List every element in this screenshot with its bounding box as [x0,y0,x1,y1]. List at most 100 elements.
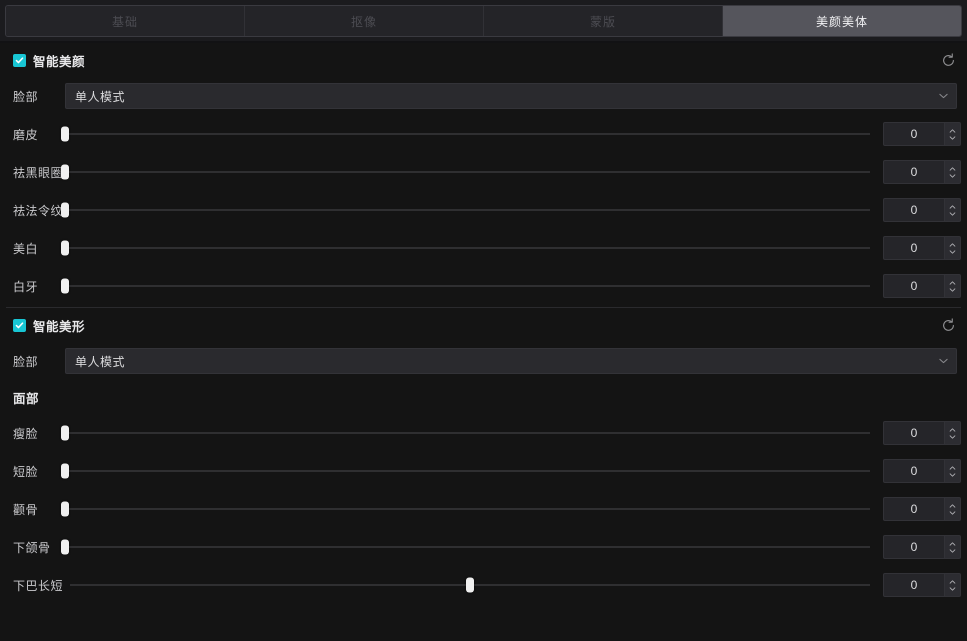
chevron-down-icon[interactable] [949,510,956,515]
slider-handle[interactable] [61,202,69,218]
stepper-whitening[interactable] [944,236,961,260]
number-value-slim-face[interactable]: 0 [883,421,944,445]
slider-handle[interactable] [466,577,474,593]
slider-handle[interactable] [61,539,69,555]
slider-handle[interactable] [61,240,69,256]
section-smart-beauty-title: 智能美颜 [33,54,86,69]
chevron-down-icon[interactable] [949,211,956,216]
slider-jawbone[interactable] [61,537,870,557]
check-icon [15,321,24,328]
tabbar-container: 基础 抠像 蒙版 美颜美体 [0,0,967,41]
slider-dark-circles[interactable] [61,162,870,182]
chevron-up-icon[interactable] [949,503,956,508]
slider-row-slim-face: 瘦脸 0 [0,414,967,452]
chevron-up-icon[interactable] [949,128,956,133]
chevron-down-icon[interactable] [949,472,956,477]
chevron-up-icon[interactable] [949,579,956,584]
slider-track [65,508,870,510]
number-value-chin-length[interactable]: 0 [883,573,944,597]
slider-whitening[interactable] [61,238,870,258]
slider-nasolabial-folds[interactable] [61,200,870,220]
number-input-short-face[interactable]: 0 [883,459,961,483]
slider-label-smooth-skin: 磨皮 [13,127,39,142]
slider-handle[interactable] [61,164,69,180]
tab-basic-label: 基础 [111,14,138,29]
chevron-down-icon[interactable] [949,173,956,178]
slider-chin-length[interactable] [70,575,870,595]
slider-cheekbone[interactable] [61,499,870,519]
slider-slim-face[interactable] [61,423,870,443]
stepper-dark-circles[interactable] [944,160,961,184]
chevron-up-icon[interactable] [949,465,956,470]
number-input-teeth-whitening[interactable]: 0 [883,274,961,298]
slider-row-teeth-whitening: 白牙 0 [0,267,967,305]
chevron-up-icon[interactable] [949,204,956,209]
number-input-dark-circles[interactable]: 0 [883,160,961,184]
number-value-smooth-skin[interactable]: 0 [883,122,944,146]
number-input-cheekbone[interactable]: 0 [883,497,961,521]
slider-handle[interactable] [61,425,69,441]
stepper-nasolabial-folds[interactable] [944,198,961,222]
tab-basic[interactable]: 基础 [6,6,245,36]
stepper-short-face[interactable] [944,459,961,483]
section-smart-reshape-header: 智能美形 [0,308,967,342]
number-value-cheekbone[interactable]: 0 [883,497,944,521]
stepper-cheekbone[interactable] [944,497,961,521]
number-value-short-face[interactable]: 0 [883,459,944,483]
number-value-whitening[interactable]: 0 [883,236,944,260]
tab-chroma-key[interactable]: 抠像 [245,6,484,36]
number-input-jawbone[interactable]: 0 [883,535,961,559]
number-value-teeth-whitening[interactable]: 0 [883,274,944,298]
stepper-jawbone[interactable] [944,535,961,559]
slider-handle[interactable] [61,126,69,142]
smart-reshape-checkbox[interactable] [13,318,26,332]
chevron-down-icon[interactable] [949,548,956,553]
smart-beauty-reset-button[interactable] [938,50,958,70]
chevron-up-icon[interactable] [949,242,956,247]
number-input-nasolabial-folds[interactable]: 0 [883,198,961,222]
slider-track [65,285,870,287]
slider-handle[interactable] [61,501,69,517]
slider-row-jawbone: 下颌骨 0 [0,528,967,566]
number-input-whitening[interactable]: 0 [883,236,961,260]
settings-scroll-area[interactable]: 智能美颜 脸部 单人模式 磨皮 0 祛黑眼圈 0 祛法令纹 0 美白 0 白牙 … [0,43,967,641]
chevron-up-icon[interactable] [949,166,956,171]
slider-row-smooth-skin: 磨皮 0 [0,115,967,153]
chevron-down-icon [939,93,948,99]
chevron-down-icon[interactable] [949,434,956,439]
smart-reshape-face-select[interactable]: 单人模式 [65,348,957,374]
chevron-up-icon[interactable] [949,280,956,285]
stepper-chin-length[interactable] [944,573,961,597]
smart-reshape-reset-button[interactable] [938,315,958,335]
group-title-facial: 面部 [13,391,40,406]
chevron-down-icon[interactable] [949,586,956,591]
stepper-smooth-skin[interactable] [944,122,961,146]
stepper-teeth-whitening[interactable] [944,274,961,298]
number-input-smooth-skin[interactable]: 0 [883,122,961,146]
chevron-up-icon[interactable] [949,427,956,432]
slider-handle[interactable] [61,278,69,294]
slider-track [65,247,870,249]
chevron-up-icon[interactable] [949,541,956,546]
chevron-down-icon[interactable] [949,287,956,292]
stepper-slim-face[interactable] [944,421,961,445]
tab-beauty-body[interactable]: 美颜美体 [723,6,961,36]
slider-teeth-whitening[interactable] [61,276,870,296]
slider-handle[interactable] [61,463,69,479]
slider-label-dark-circles: 祛黑眼圈 [13,165,64,180]
slider-track [65,432,870,434]
slider-short-face[interactable] [61,461,870,481]
number-input-chin-length[interactable]: 0 [883,573,961,597]
number-input-slim-face[interactable]: 0 [883,421,961,445]
tab-mask[interactable]: 蒙版 [484,6,723,36]
number-value-nasolabial-folds[interactable]: 0 [883,198,944,222]
slider-smooth-skin[interactable] [61,124,870,144]
number-value-jawbone[interactable]: 0 [883,535,944,559]
slider-row-whitening: 美白 0 [0,229,967,267]
chevron-down-icon[interactable] [949,135,956,140]
smart-beauty-face-select[interactable]: 单人模式 [65,83,957,109]
smart-beauty-checkbox[interactable] [13,53,26,67]
slider-label-cheekbone: 颧骨 [13,502,39,517]
chevron-down-icon[interactable] [949,249,956,254]
number-value-dark-circles[interactable]: 0 [883,160,944,184]
